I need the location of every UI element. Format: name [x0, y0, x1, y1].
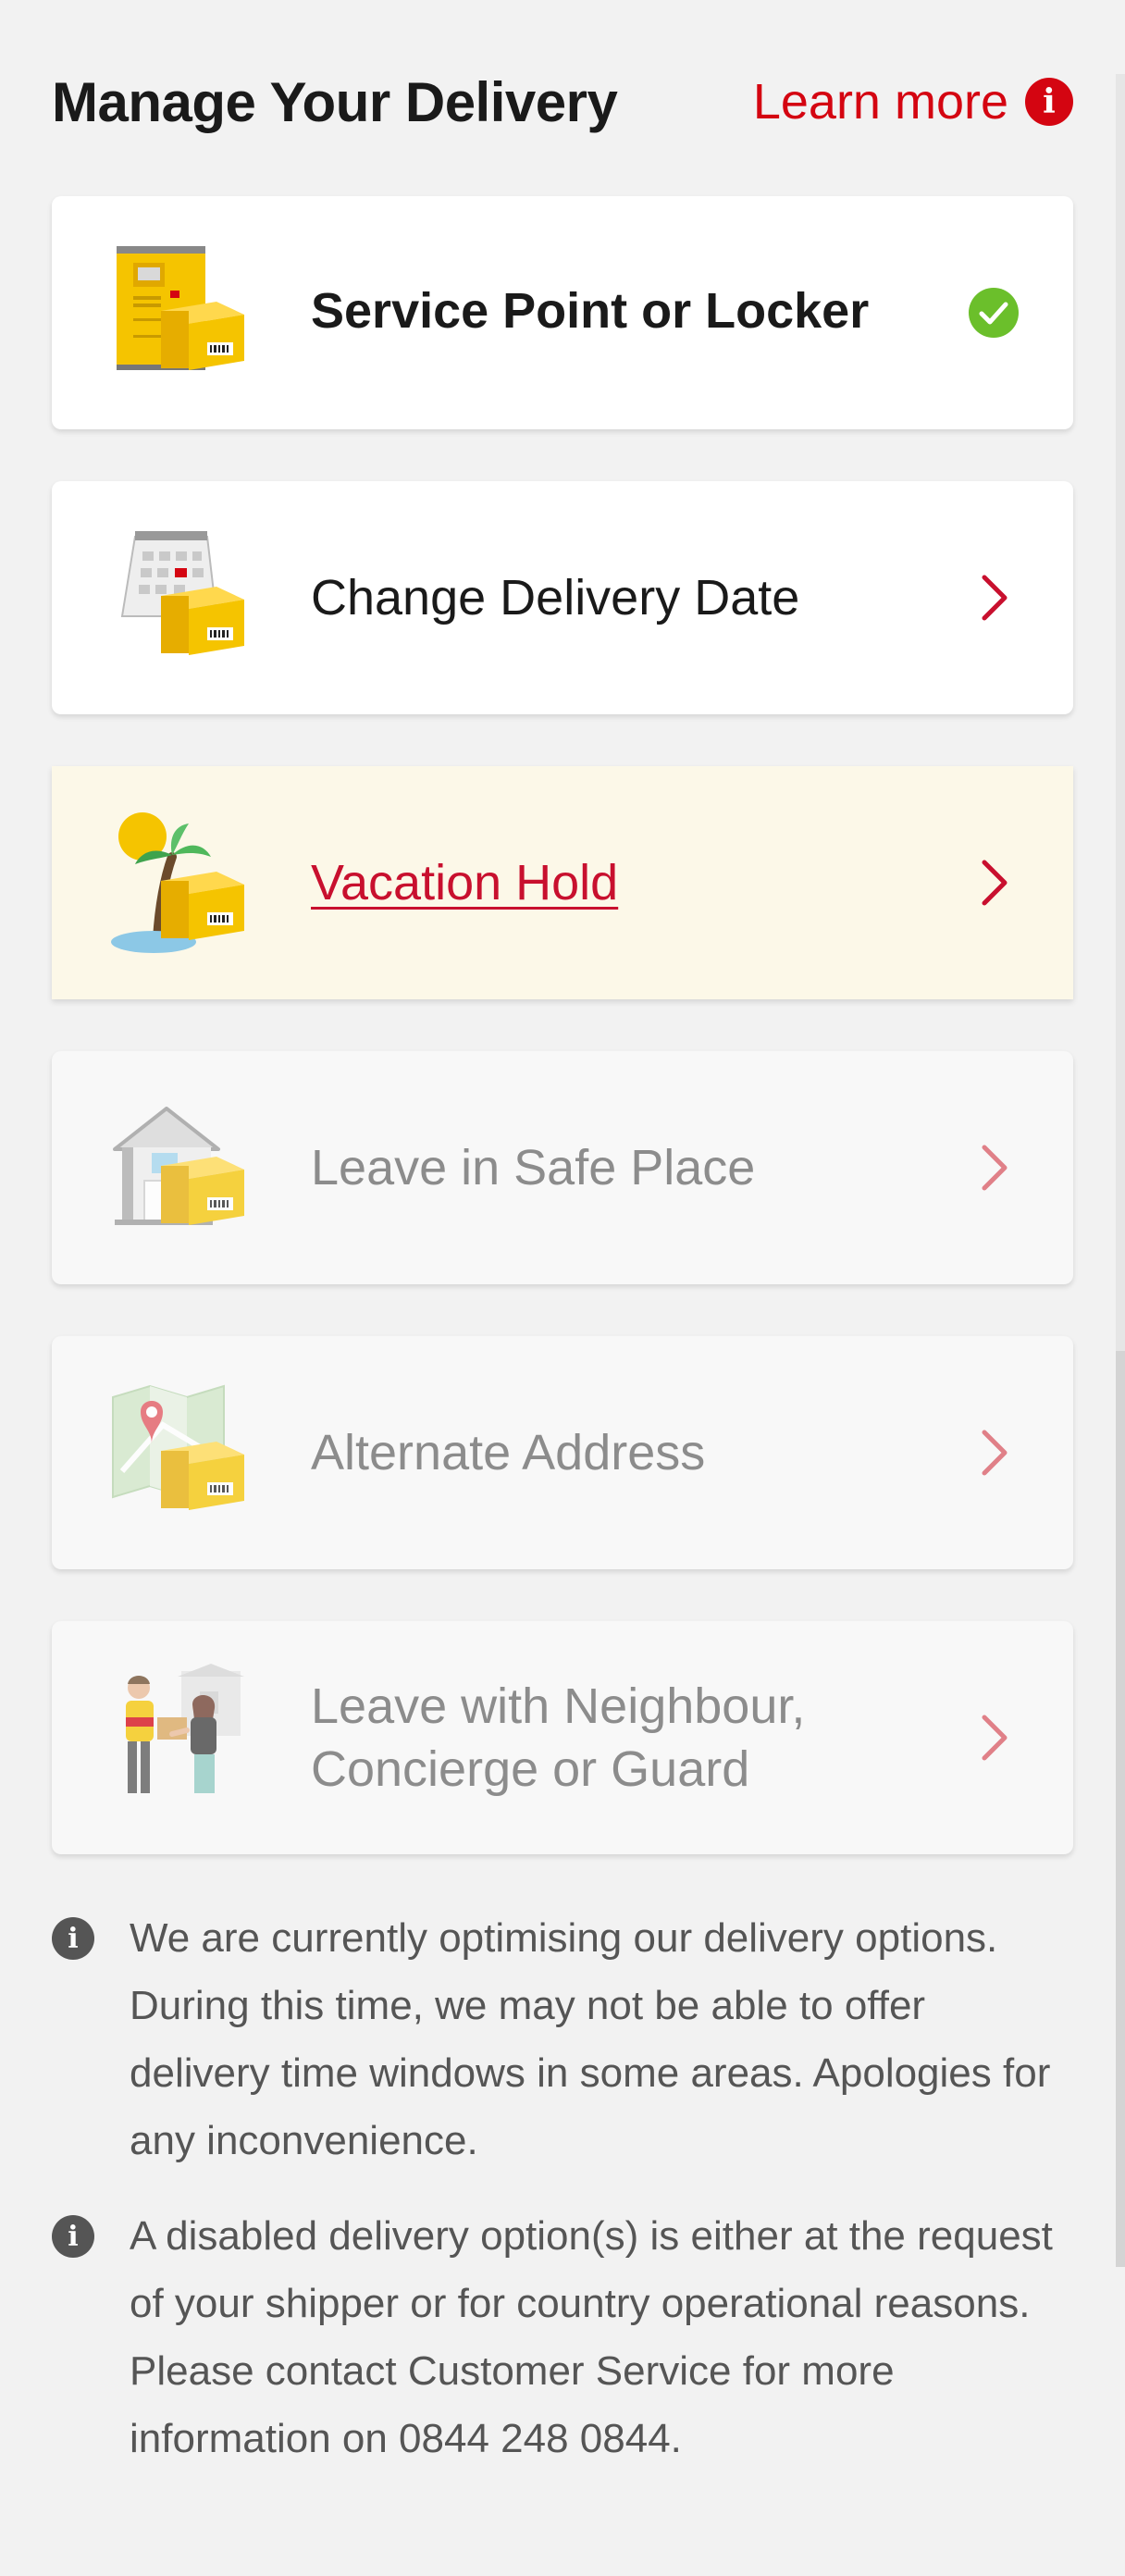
option-label[interactable]: Vacation Hold: [311, 851, 925, 914]
chevron-right-icon: [966, 1425, 1021, 1480]
chevron-right-icon: [966, 855, 1021, 910]
calendar-parcel-icon: [107, 524, 255, 672]
option-leave-with-neighbour[interactable]: Leave with Neighbour, Concierge or Guard: [52, 1621, 1073, 1854]
info-note: i We are currently optimising our delive…: [52, 1904, 1073, 2174]
option-label: Change Delivery Date: [311, 570, 800, 625]
info-icon: i: [52, 2215, 94, 2258]
option-change-delivery-date[interactable]: Change Delivery Date: [52, 481, 1073, 714]
chevron-right-icon: [966, 570, 1021, 625]
palm-tree-parcel-icon: [107, 809, 255, 957]
option-alternate-address[interactable]: Alternate Address: [52, 1336, 1073, 1569]
manage-delivery-page: Manage Your Delivery Learn more i Servic…: [0, 0, 1125, 2576]
locker-icon: [107, 239, 255, 387]
option-label: Leave in Safe Place: [311, 1140, 756, 1195]
option-vacation-hold[interactable]: Vacation Hold: [52, 766, 1073, 999]
option-leave-in-safe-place[interactable]: Leave in Safe Place: [52, 1051, 1073, 1284]
option-service-point-locker[interactable]: Service Point or Locker: [52, 196, 1073, 429]
page-title: Manage Your Delivery: [52, 70, 618, 133]
option-label: Leave with Neighbour, Concierge or Guard: [311, 1678, 806, 1797]
note-text: A disabled delivery option(s) is either …: [130, 2213, 1053, 2461]
option-label: Alternate Address: [311, 1425, 706, 1480]
map-parcel-icon: [107, 1379, 255, 1527]
neighbour-handoff-icon: [107, 1664, 255, 1812]
chevron-right-icon: [966, 1140, 1021, 1195]
check-icon: [966, 285, 1021, 341]
option-label: Service Point or Locker: [311, 283, 870, 339]
scrollbar-thumb[interactable]: [1116, 1351, 1125, 2267]
header: Manage Your Delivery Learn more i: [52, 56, 1073, 148]
learn-more-link[interactable]: Learn more i: [753, 73, 1073, 130]
chevron-right-icon: [966, 1710, 1021, 1765]
info-icon[interactable]: i: [1025, 78, 1073, 126]
learn-more-label[interactable]: Learn more: [753, 73, 1008, 130]
info-icon: i: [52, 1917, 94, 1960]
note-text: We are currently optimising our delivery…: [130, 1915, 1051, 2163]
house-parcel-icon: [107, 1094, 255, 1242]
info-note: i A disabled delivery option(s) is eithe…: [52, 2202, 1073, 2472]
